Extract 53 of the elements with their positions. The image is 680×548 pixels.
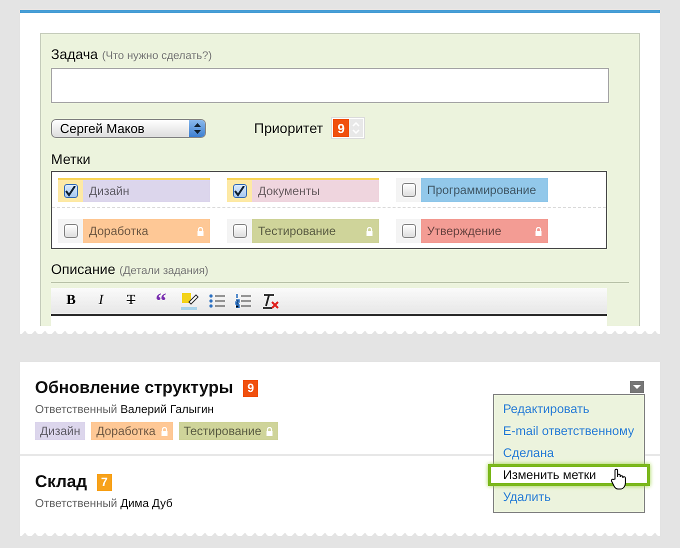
task-input-field[interactable] <box>51 68 609 103</box>
menu-item[interactable]: Изменить метки <box>488 464 650 486</box>
task-tag: Доработка <box>91 422 173 440</box>
responsible-name: Дима Дуб <box>120 498 173 510</box>
tag-label: Доработка <box>83 219 210 243</box>
responsible-label: Ответственный <box>35 404 118 416</box>
priority-badge: 7 <box>97 474 112 490</box>
checkbox[interactable] <box>402 224 416 238</box>
checkbox[interactable] <box>64 184 78 198</box>
tag-option[interactable]: Тестирование <box>227 219 379 243</box>
field-hint: (Детали задания) <box>119 265 208 277</box>
tag-label: Дизайн <box>83 180 210 202</box>
tags-label: Метки <box>51 151 92 167</box>
numbered-list-icon[interactable] <box>235 294 251 308</box>
checkbox[interactable] <box>232 224 246 238</box>
highlighter-icon[interactable] <box>181 292 199 310</box>
task-tag: Тестирование <box>178 422 278 440</box>
responsible-name: Валерий Галыгин <box>120 404 214 416</box>
clear-format-icon[interactable] <box>261 292 279 310</box>
tag-label: Тестирование <box>252 219 379 243</box>
tag-option[interactable]: Утверждение <box>396 219 548 243</box>
quote-button[interactable]: “ <box>151 290 171 312</box>
menu-item[interactable]: E-mail ответственному <box>494 420 644 442</box>
strike-button[interactable]: T <box>121 291 141 311</box>
tag-option[interactable]: Документы <box>227 178 379 202</box>
task-tag: Дизайн <box>35 422 86 440</box>
checkbox[interactable] <box>402 183 416 197</box>
field-label: Описание <box>51 261 116 277</box>
tag-label: Утверждение <box>421 219 548 243</box>
task-title: Обновление структуры <box>35 378 234 398</box>
bold-button[interactable]: B <box>61 291 81 311</box>
priority-value[interactable]: 9 <box>333 119 350 137</box>
tag-label: Документы <box>252 180 379 202</box>
menu-item[interactable]: Сделана <box>494 442 644 464</box>
tag-option[interactable]: Программирование <box>396 178 548 202</box>
italic-button[interactable]: I <box>91 291 111 311</box>
assignee-select[interactable]: Сергей Маков <box>51 118 206 138</box>
bulleted-list-icon[interactable] <box>209 294 225 308</box>
tag-option[interactable]: Дизайн <box>58 178 210 202</box>
checkbox[interactable] <box>232 184 246 198</box>
menu-item[interactable]: Редактировать <box>494 398 644 420</box>
priority-badge: 9 <box>243 380 258 396</box>
task-title: Склад <box>35 472 88 492</box>
priority-label: Приоритет <box>254 120 324 136</box>
menu-item[interactable]: Удалить <box>494 486 644 508</box>
field-label: Задача <box>51 46 98 62</box>
field-hint: (Что нужно сделать?) <box>102 50 212 62</box>
responsible-label: Ответственный <box>35 498 118 510</box>
tag-option[interactable]: Доработка <box>58 219 210 243</box>
tag-label: Программирование <box>421 178 548 202</box>
checkbox[interactable] <box>64 224 78 238</box>
up-down-arrows-icon <box>194 122 200 134</box>
hand-cursor-icon <box>610 468 628 490</box>
